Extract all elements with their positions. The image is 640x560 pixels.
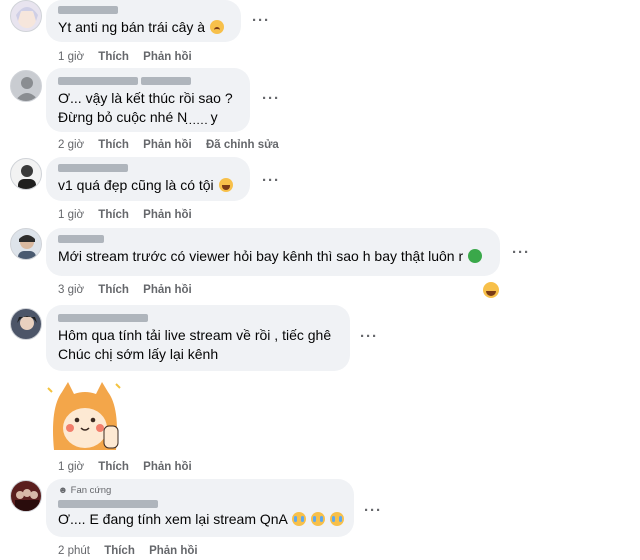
avatar[interactable] xyxy=(10,308,42,340)
comment-actions: 2 phút Thích Phản hồi xyxy=(58,545,209,557)
person-avatar-icon xyxy=(17,316,37,330)
more-options-icon[interactable]: ··· xyxy=(262,90,280,107)
comment-text: Ơ.... E đang tính xem lại stream QnA xyxy=(58,510,344,529)
like-button[interactable]: Thích xyxy=(98,284,129,296)
laughing-emoji-icon xyxy=(218,178,233,192)
more-options-icon[interactable]: ··· xyxy=(360,328,378,345)
edited-label: Đã chỉnh sửa xyxy=(205,139,279,151)
reply-button[interactable]: Phản hồi xyxy=(143,209,192,221)
comment-time[interactable]: 3 giờ xyxy=(58,284,84,296)
commenter-name[interactable] xyxy=(58,233,488,247)
comment-time[interactable]: 1 giờ xyxy=(58,461,84,473)
person-avatar-icon xyxy=(18,235,36,259)
crying-emoji-icon xyxy=(292,512,306,526)
comment-text: v1 quá đẹp cũng là có tội xyxy=(58,176,238,195)
avatar[interactable] xyxy=(10,158,42,190)
like-button[interactable]: Thích xyxy=(98,209,129,221)
comment-actions: 1 giờ Thích Phản hồi xyxy=(58,461,203,473)
default-profile-icon xyxy=(15,77,39,101)
comment-bubble: Mới stream trước có viewer hỏi bay kênh … xyxy=(46,228,500,276)
crying-emoji-icon xyxy=(310,512,325,526)
reply-button[interactable]: Phản hồi xyxy=(143,284,192,296)
avatar[interactable] xyxy=(10,0,42,32)
comment-text: Hôm qua tính tải live stream về rồi , ti… xyxy=(58,327,332,343)
reply-button[interactable]: Phản hồi xyxy=(143,461,192,473)
avatar[interactable] xyxy=(10,228,42,260)
comment-time[interactable]: 1 giờ xyxy=(58,51,84,63)
crying-emoji-icon xyxy=(329,512,344,526)
like-button[interactable]: Thích xyxy=(104,545,135,557)
reply-button[interactable]: Phản hồi xyxy=(143,51,192,63)
comment-bubble: Hôm qua tính tải live stream về rồi , ti… xyxy=(46,305,350,371)
laughing-reaction-icon[interactable] xyxy=(483,282,499,298)
reply-button[interactable]: Phản hồi xyxy=(149,545,198,557)
like-button[interactable]: Thích xyxy=(98,51,129,63)
comment-text: Chúc chị sớm lấy lại kênh xyxy=(58,346,219,362)
like-button[interactable]: Thích xyxy=(98,461,129,473)
avatar[interactable] xyxy=(10,480,42,512)
anime-avatar-icon xyxy=(16,7,38,28)
commenter-name[interactable] xyxy=(58,75,238,89)
comment-actions: 3 giờ Thích Phản hồi xyxy=(58,284,203,296)
avatar[interactable] xyxy=(10,70,42,102)
group-avatar-icon xyxy=(15,489,39,511)
comment-bubble: Ơ... vậy là kết thúc rồi sao ? Đừng bỏ c… xyxy=(46,68,250,132)
comment-time[interactable]: 2 giờ xyxy=(58,139,84,151)
like-button[interactable]: Thích xyxy=(98,139,129,151)
comment-text: Mới stream trước có viewer hỏi bay kênh … xyxy=(58,247,488,266)
reply-button[interactable]: Phản hồi xyxy=(143,139,192,151)
commenter-name[interactable] xyxy=(58,312,338,326)
commenter-name[interactable] xyxy=(58,162,238,176)
comment-bubble: v1 quá đẹp cũng là có tội xyxy=(46,157,250,201)
comment-text: Ơ... vậy là kết thúc rồi sao ? xyxy=(58,90,233,106)
sad-face-emoji-icon xyxy=(209,20,224,34)
commenter-name[interactable] xyxy=(58,498,342,510)
shiba-dog-sticker xyxy=(47,382,121,450)
frog-emoji-icon xyxy=(468,249,483,263)
comment-text: Đừng bỏ cuộc nhé N ̣ ̣ ̣ ̣ ̣ ̣y xyxy=(58,109,218,125)
more-options-icon[interactable]: ··· xyxy=(364,502,382,519)
comment-bubble: Yt anti ng bán trái cây à xyxy=(46,0,241,42)
more-options-icon[interactable]: ··· xyxy=(252,12,270,29)
person-avatar-icon xyxy=(18,165,36,189)
comment-actions: 1 giờ Thích Phản hồi xyxy=(58,209,203,221)
comment-text: Yt anti ng bán trái cây à xyxy=(58,18,229,37)
more-options-icon[interactable]: ··· xyxy=(512,244,530,261)
fan-badge-icon: ☻ xyxy=(58,485,68,496)
comment-bubble: ☻ Fan cứng Ơ.... E đang tính xem lại str… xyxy=(46,479,354,537)
commenter-name[interactable] xyxy=(58,4,229,18)
comment-actions: 1 giờ Thích Phản hồi xyxy=(58,51,203,63)
comment-time[interactable]: 1 giờ xyxy=(58,209,84,221)
comment-actions: 2 giờ Thích Phản hồi Đã chỉnh sửa xyxy=(58,139,290,151)
comment-time[interactable]: 2 phút xyxy=(58,545,90,557)
fan-badge: ☻ Fan cứng xyxy=(58,485,112,496)
more-options-icon[interactable]: ··· xyxy=(262,172,280,189)
